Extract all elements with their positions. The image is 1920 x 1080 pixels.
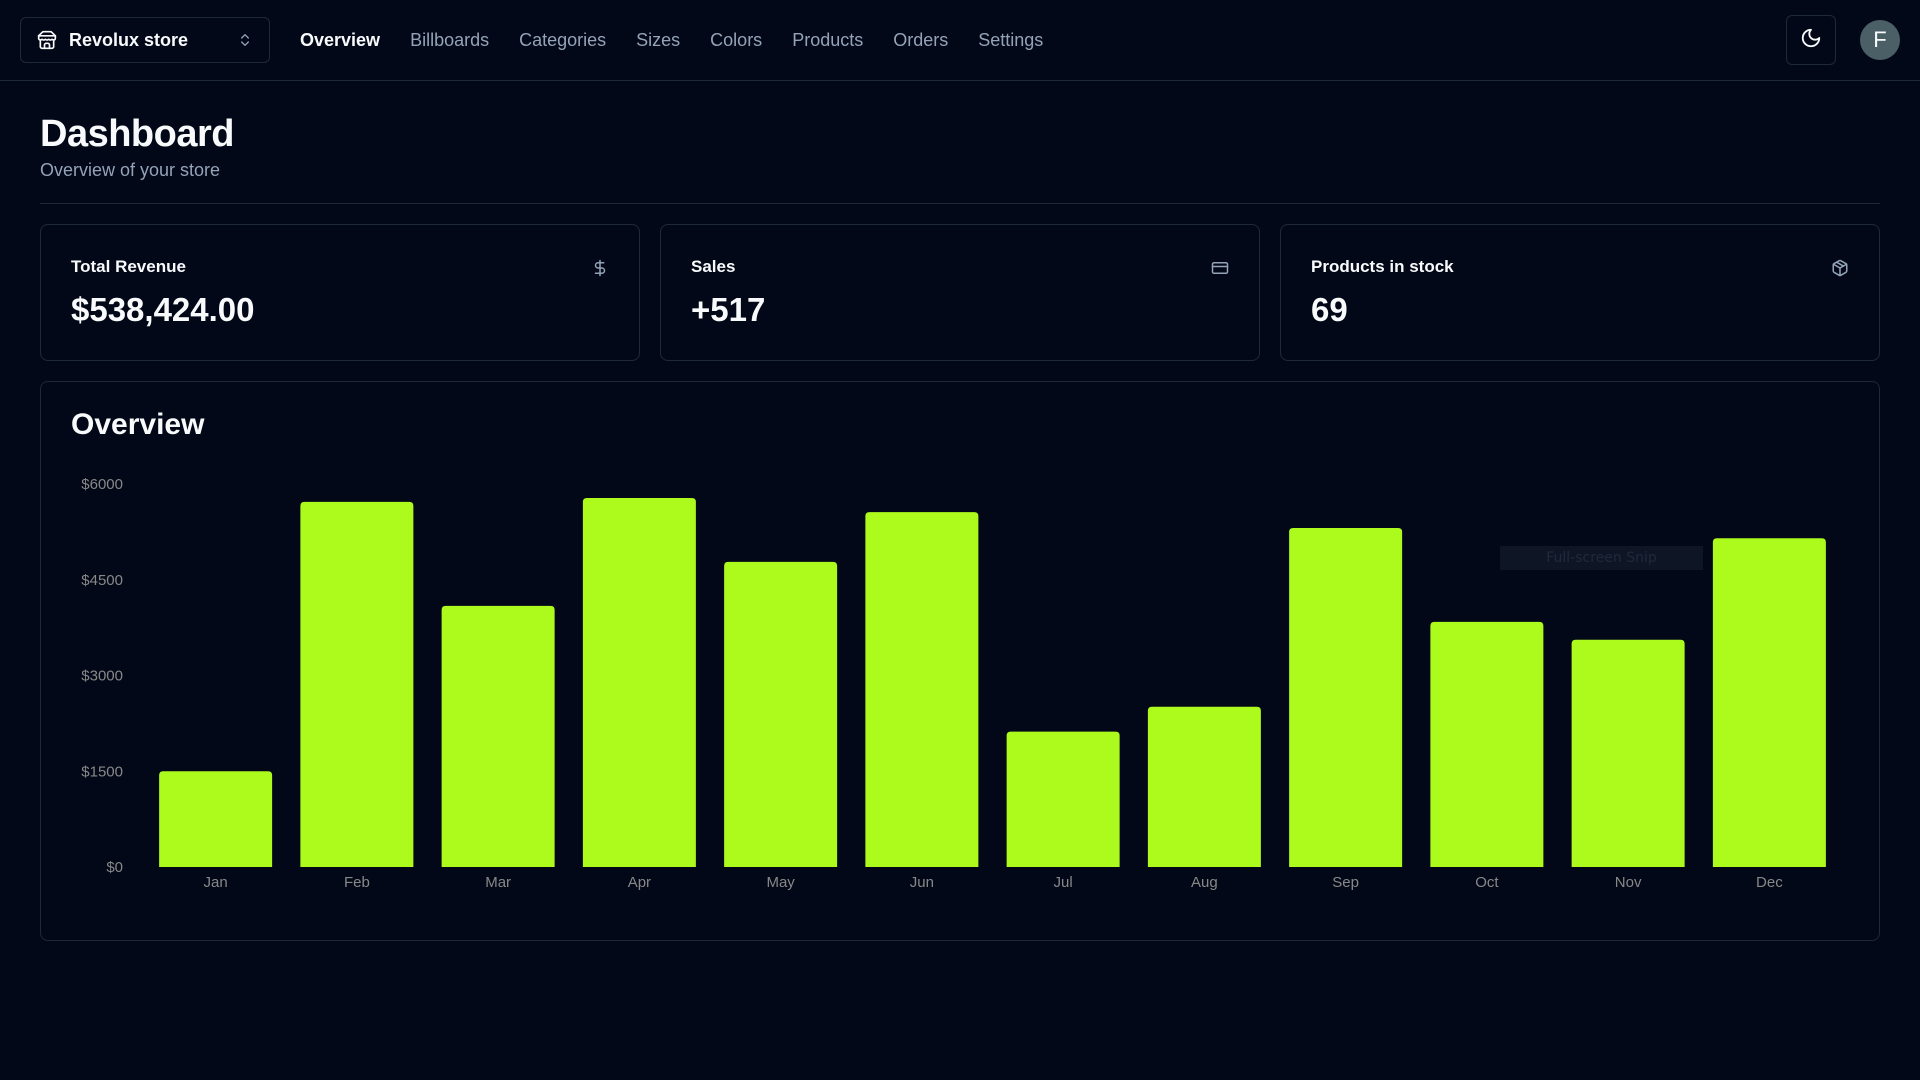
x-tick-label: Aug: [1191, 874, 1218, 891]
x-tick-label: Nov: [1615, 874, 1642, 891]
moon-icon: [1800, 27, 1822, 54]
x-tick-label: Jun: [910, 874, 934, 891]
bar-oct[interactable]: [1430, 621, 1544, 867]
x-tick-label: Feb: [344, 874, 370, 891]
store-icon: [37, 30, 57, 50]
user-avatar[interactable]: F: [1860, 20, 1900, 60]
card-title: Total Revenue: [71, 257, 186, 276]
x-tick-label: Sep: [1332, 874, 1359, 891]
nav-link-orders[interactable]: Orders: [893, 30, 948, 51]
bar-feb[interactable]: [300, 501, 414, 867]
nav-link-settings[interactable]: Settings: [978, 30, 1043, 51]
dashboard-content: Dashboard Overview of your store Total R…: [0, 81, 1920, 969]
y-tick-label: $3000: [81, 668, 123, 685]
stat-card-sales: Sales +517: [660, 224, 1260, 361]
card-title: Sales: [691, 257, 736, 276]
overview-chart-card: Overview $0 $1500 $3000 $4500 $6000 Jan Feb Mar…: [40, 381, 1880, 941]
credit-card-icon: [1211, 259, 1229, 282]
chevrons-up-down-icon: [237, 32, 253, 48]
y-tick-label: $0: [106, 859, 123, 876]
stat-cards: Total Revenue $538,424.00 Sales +517 Pro…: [40, 224, 1880, 361]
x-tick-label: Jul: [1054, 874, 1073, 891]
card-value: 69: [1311, 291, 1348, 328]
nav-link-overview[interactable]: Overview: [300, 30, 380, 51]
bar-jan[interactable]: [159, 771, 273, 867]
revenue-bar-chart: $0 $1500 $3000 $4500 $6000 Jan Feb Mar Apr May Jun…: [81, 476, 1826, 891]
bar-apr[interactable]: [582, 498, 696, 867]
dollar-sign-icon: [591, 259, 609, 282]
stat-card-total-revenue: Total Revenue $538,424.00: [40, 224, 640, 361]
nav-link-products[interactable]: Products: [792, 30, 863, 51]
page-subtitle: Overview of your store: [40, 160, 221, 180]
bar-jul[interactable]: [1006, 731, 1120, 867]
package-icon: [1831, 259, 1849, 282]
x-tick-label: Jan: [204, 874, 228, 891]
bar-sep[interactable]: [1289, 528, 1403, 867]
y-tick-label: $1500: [81, 763, 123, 780]
bar-nov[interactable]: [1571, 639, 1685, 867]
header-divider: [40, 203, 1880, 204]
stat-card-products-in-stock: Products in stock 69: [1280, 224, 1880, 361]
card-title: Products in stock: [1311, 257, 1454, 276]
page-title: Dashboard: [40, 113, 234, 155]
bar-dec[interactable]: [1712, 538, 1826, 867]
bar-jun[interactable]: [865, 512, 979, 867]
card-value: $538,424.00: [71, 291, 255, 328]
x-tick-label: Mar: [485, 874, 511, 891]
nav-link-billboards[interactable]: Billboards: [410, 30, 489, 51]
store-name: Revolux store: [69, 29, 189, 50]
bar-mar[interactable]: [441, 605, 555, 867]
full-screen-snip-overlay[interactable]: Full-screen Snip: [1500, 546, 1703, 570]
top-navbar: Revolux store Overview Billboards Catego…: [0, 0, 1920, 81]
nav-link-colors[interactable]: Colors: [710, 30, 762, 51]
bar-may[interactable]: [724, 561, 838, 867]
x-tick-label: Oct: [1475, 874, 1499, 891]
main-nav: Overview Billboards Categories Sizes Col…: [300, 30, 1043, 51]
store-switcher[interactable]: Revolux store: [20, 17, 270, 63]
navbar-actions: F: [1786, 0, 1900, 80]
y-tick-label: $4500: [81, 572, 123, 589]
y-tick-label: $6000: [81, 476, 123, 493]
nav-link-categories[interactable]: Categories: [519, 30, 606, 51]
x-tick-label: Dec: [1756, 874, 1783, 891]
x-tick-label: Apr: [628, 874, 651, 891]
nav-link-sizes[interactable]: Sizes: [636, 30, 680, 51]
card-value: +517: [691, 291, 766, 328]
theme-toggle-button[interactable]: [1786, 15, 1836, 65]
bar-aug[interactable]: [1147, 706, 1261, 867]
x-tick-label: May: [766, 874, 795, 891]
